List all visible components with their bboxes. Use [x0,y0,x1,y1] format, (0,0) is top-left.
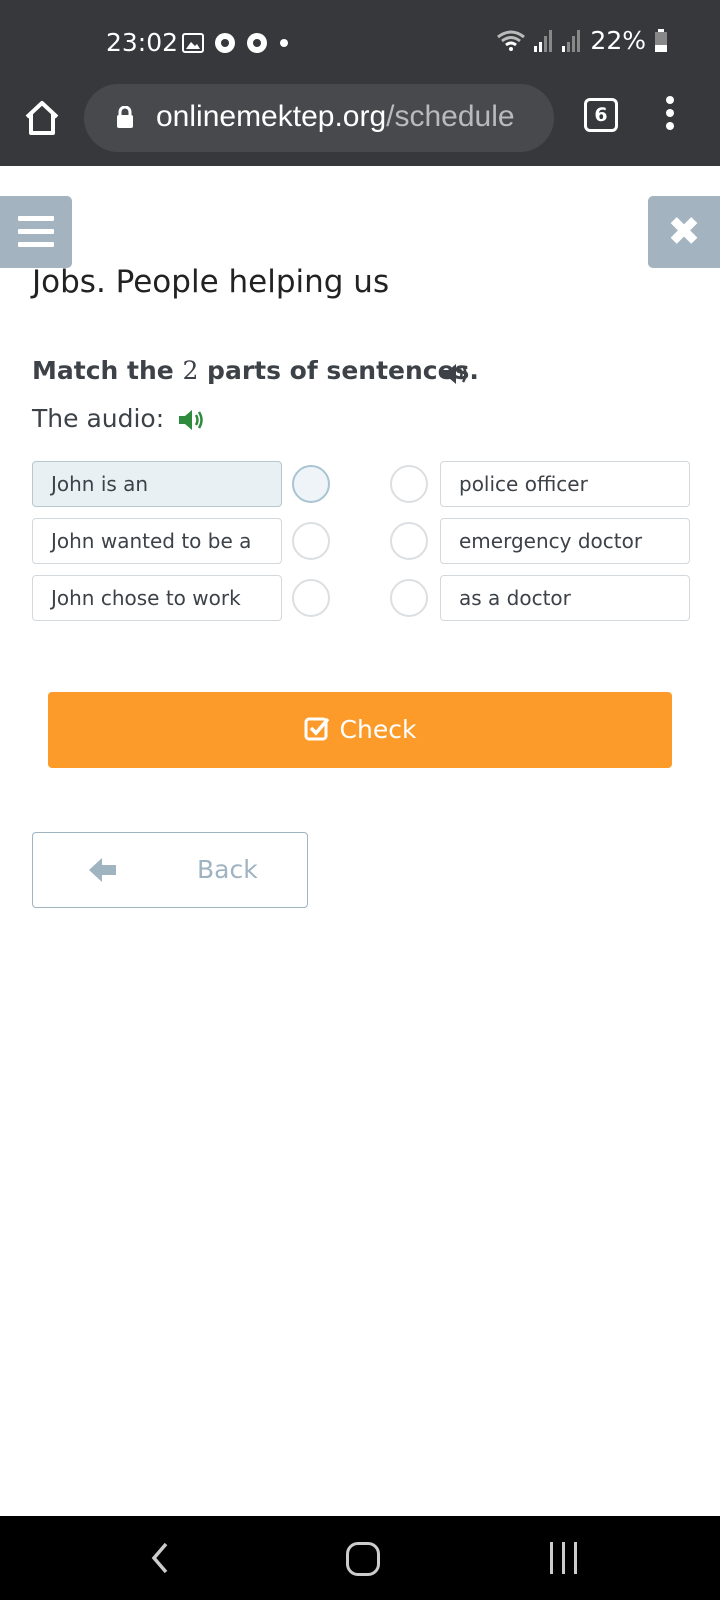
address-bar[interactable]: onlinemektep.org/schedule [84,84,554,152]
notification-icons [182,32,290,54]
signal-icon [562,29,581,52]
check-label: Check [339,715,417,744]
dot-icon [280,39,288,47]
url-host: onlinemektep.org [156,100,387,133]
nav-home-icon[interactable] [346,1542,380,1576]
check-button[interactable]: Check [48,692,672,768]
close-icon[interactable]: ✖ [648,196,720,268]
page-title: Jobs. People helping us [32,264,390,300]
left-connector-3[interactable] [292,579,330,617]
left-connector-1[interactable] [292,465,330,503]
status-right: 22% [496,26,668,55]
speaker-icon[interactable] [442,362,470,386]
battery-icon [655,28,667,52]
battery-percent: 22% [590,26,646,55]
chrome-icon [215,33,235,53]
hamburger-icon[interactable] [0,196,72,268]
right-option-1[interactable]: police officer [440,461,690,507]
speaker-icon[interactable] [178,408,206,432]
url-text: onlinemektep.org/schedule [156,100,515,134]
tab-switcher-button[interactable]: 6 [584,98,618,132]
right-connector-2[interactable] [390,522,428,560]
arrow-left-icon [89,858,116,882]
instruction-number: 2 [182,356,199,385]
left-connector-2[interactable] [292,522,330,560]
image-icon [182,33,204,53]
signal-icon [534,29,553,52]
lock-icon [117,106,133,128]
back-label: Back [197,855,258,884]
wifi-icon [497,30,526,51]
right-connector-1[interactable] [390,465,428,503]
left-option-2[interactable]: John wanted to be a [32,518,282,564]
instruction-suffix: parts of sentences. [198,356,479,385]
left-option-1[interactable]: John is an [32,461,282,507]
back-button[interactable]: Back [32,832,308,908]
more-vert-icon[interactable] [660,96,680,136]
left-option-3[interactable]: John chose to work [32,575,282,621]
right-option-3[interactable]: as a doctor [440,575,690,621]
chrome-icon [247,33,267,53]
url-path: /schedule [386,100,515,133]
system-nav-bar [0,1516,720,1600]
right-connector-3[interactable] [390,579,428,617]
audio-label: The audio: [32,404,165,433]
status-time: 23:02 [106,28,179,57]
browser-toolbar: onlinemektep.org/schedule 6 [0,84,720,166]
nav-back-icon[interactable] [148,1540,172,1576]
instruction-prefix: Match the [32,356,183,385]
instruction: Match the 2 parts of sentences. [32,356,479,385]
checkbox-icon [304,717,329,741]
home-icon[interactable] [22,98,62,138]
nav-recents-icon[interactable] [550,1542,580,1574]
right-option-2[interactable]: emergency doctor [440,518,690,564]
status-bar: 23:02 22% [0,0,720,84]
